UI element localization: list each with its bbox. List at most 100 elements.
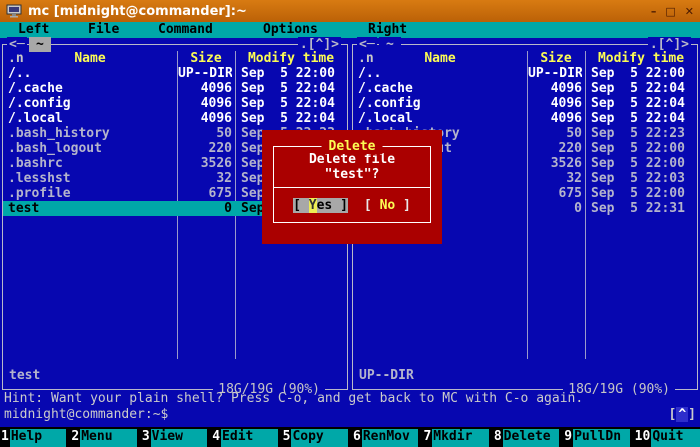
- file-size: 4096: [528, 111, 582, 126]
- file-size: 50: [178, 126, 232, 141]
- fnkey-pulldn[interactable]: 9PullDn: [563, 429, 629, 447]
- fnkey-number: 2: [70, 429, 80, 447]
- table-row[interactable]: /.config4096 Sep 5 22:04: [3, 96, 347, 111]
- fnkey-label: Help: [10, 429, 67, 447]
- panel-left-column-headers: .n Name Size Modify time: [3, 51, 347, 66]
- file-name: /.local: [8, 111, 176, 126]
- file-name: .profile: [8, 186, 176, 201]
- file-name: .bashrc: [8, 156, 176, 171]
- fnkey-label: View: [151, 429, 208, 447]
- fnkey-number: 10: [634, 429, 652, 447]
- file-mtime: Sep 5 22:00: [591, 141, 695, 156]
- file-size: 675: [178, 186, 232, 201]
- column-header-size[interactable]: Size: [527, 51, 585, 66]
- delete-message-line1: Delete file: [274, 152, 430, 167]
- panel-right-mini-status: UP--DIR: [359, 368, 414, 383]
- panel-left-arrow-decor: <─: [7, 37, 27, 52]
- window-titlebar: mc [midnight@commander]:~ – □ ✕: [0, 0, 700, 22]
- column-header-name[interactable]: Name: [353, 51, 527, 66]
- table-row[interactable]: /.cache4096Sep 5 22:04: [353, 81, 697, 96]
- fnkey-edit[interactable]: 4Edit: [211, 429, 277, 447]
- column-header-size[interactable]: Size: [177, 51, 235, 66]
- mc-application-window: mc [midnight@commander]:~ – □ ✕ Left File…: [0, 0, 700, 447]
- file-mtime: Sep 5 22:04: [241, 81, 345, 96]
- file-size: 50: [528, 126, 582, 141]
- fnkey-number: 9: [563, 429, 573, 447]
- delete-message-line2: "test"?: [274, 167, 430, 182]
- yes-hotkey: Y: [309, 198, 317, 213]
- file-size: 3526: [528, 156, 582, 171]
- file-mtime: Sep 5 22:03: [591, 171, 695, 186]
- fnkey-number: 8: [493, 429, 503, 447]
- fnkey-label: Mkdir: [432, 429, 489, 447]
- table-row[interactable]: /.cache4096 Sep 5 22:04: [3, 81, 347, 96]
- fnkey-renmov[interactable]: 6RenMov: [352, 429, 418, 447]
- column-header-mtime[interactable]: Modify time: [235, 51, 347, 66]
- file-mtime: Sep 5 22:04: [241, 111, 345, 126]
- column-header-name[interactable]: Name: [3, 51, 177, 66]
- fnkey-label: Copy: [291, 429, 348, 447]
- minimize-icon[interactable]: –: [651, 4, 657, 19]
- table-row[interactable]: /.local4096Sep 5 22:04: [353, 111, 697, 126]
- fnkey-label: Menu: [80, 429, 137, 447]
- table-row[interactable]: /..UP--DIRSep 5 22:00: [3, 66, 347, 81]
- fnkey-copy[interactable]: 5Copy: [282, 429, 348, 447]
- menu-item-file[interactable]: File: [88, 22, 119, 38]
- file-name: /.cache: [8, 81, 176, 96]
- file-size: 675: [528, 186, 582, 201]
- caret-up-icon: ^: [676, 407, 688, 422]
- fnkey-view[interactable]: 3View: [141, 429, 207, 447]
- table-row[interactable]: /..UP--DIRSep 5 22:00: [353, 66, 697, 81]
- file-mtime: Sep 5 22:04: [591, 111, 695, 126]
- table-row[interactable]: /.local4096 Sep 5 22:04: [3, 111, 347, 126]
- no-button[interactable]: [ No ]: [364, 198, 411, 213]
- fnkey-mkdir[interactable]: 7Mkdir: [422, 429, 488, 447]
- file-name: /.config: [8, 96, 176, 111]
- panel-right-up-marker[interactable]: .[^]>: [648, 37, 691, 52]
- file-size: 0: [528, 201, 582, 216]
- file-mtime: Sep 5 22:00: [591, 186, 695, 201]
- window-title: mc [midnight@commander]:~: [28, 4, 247, 19]
- panel-left-mini-status: test: [9, 368, 40, 383]
- table-row[interactable]: /.config4096Sep 5 22:04: [353, 96, 697, 111]
- file-size: 32: [528, 171, 582, 186]
- fnkey-number: 7: [422, 429, 432, 447]
- hint-line: Hint: Want your plain shell? Press C-o, …: [4, 391, 698, 406]
- close-icon[interactable]: ✕: [685, 4, 694, 19]
- fnkey-quit[interactable]: 10Quit: [634, 429, 700, 447]
- file-name: .bash_history: [8, 126, 176, 141]
- command-line[interactable]: midnight@commander:~$: [4, 407, 696, 422]
- command-history-marker[interactable]: [^]: [669, 407, 696, 422]
- menu-item-options[interactable]: Options: [263, 22, 318, 38]
- menu-item-command[interactable]: Command: [158, 22, 213, 38]
- file-mtime: Sep 5 22:04: [241, 96, 345, 111]
- file-mtime: Sep 5 22:00: [591, 66, 695, 81]
- fnkey-delete[interactable]: 8Delete: [493, 429, 559, 447]
- column-header-mtime[interactable]: Modify time: [585, 51, 697, 66]
- fnkey-help[interactable]: 1Help: [0, 429, 66, 447]
- menu-item-right[interactable]: Right: [368, 22, 407, 38]
- fnkey-number: 5: [282, 429, 292, 447]
- fnkey-number: 4: [211, 429, 221, 447]
- panel-left-up-marker[interactable]: .[^]>: [298, 37, 341, 52]
- file-name: /.config: [358, 96, 526, 111]
- file-size: 3526: [178, 156, 232, 171]
- fnkey-number: 6: [352, 429, 362, 447]
- file-name: test: [8, 201, 176, 216]
- delete-dialog-title: Delete: [322, 139, 383, 154]
- file-size: 4096: [178, 81, 232, 96]
- file-mtime: Sep 5 22:31: [591, 201, 695, 216]
- fnkey-menu[interactable]: 2Menu: [70, 429, 136, 447]
- no-hotkey: No: [380, 198, 396, 213]
- file-size: 4096: [178, 96, 232, 111]
- file-name: /..: [358, 66, 526, 81]
- panel-right-column-headers: .n Name Size Modify time: [353, 51, 697, 66]
- file-size: 4096: [178, 111, 232, 126]
- menu-item-left[interactable]: Left: [18, 22, 49, 38]
- file-size: 32: [178, 171, 232, 186]
- maximize-icon[interactable]: □: [665, 4, 675, 19]
- menu-bar: Left File Command Options Right: [0, 22, 700, 38]
- terminal-icon: [6, 4, 22, 18]
- file-size: 4096: [528, 96, 582, 111]
- yes-button[interactable]: [ Yes ]: [293, 198, 348, 213]
